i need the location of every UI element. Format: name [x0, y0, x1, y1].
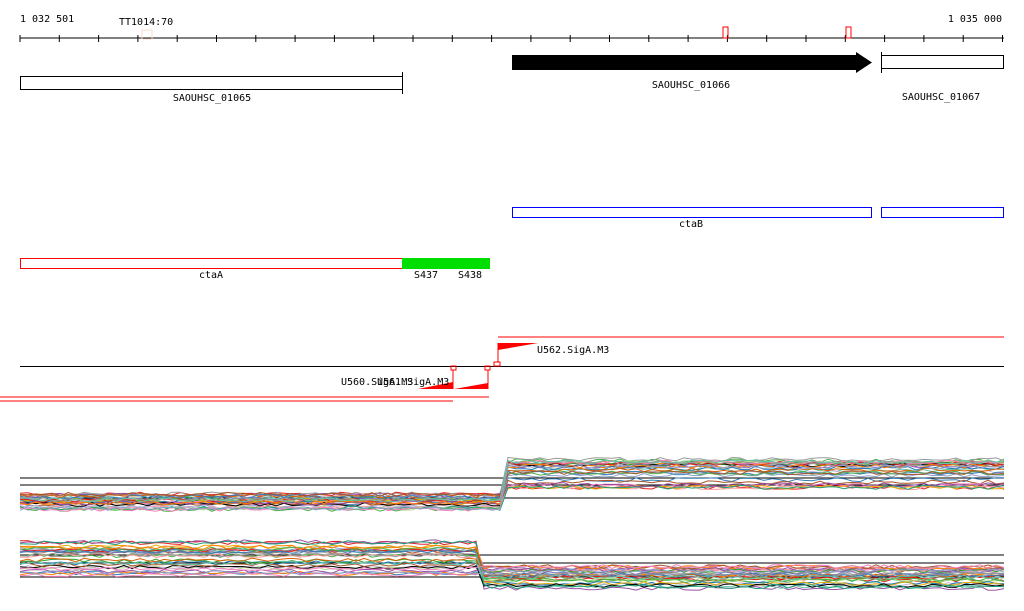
ruler-end-label: 1 035 000	[947, 14, 1002, 25]
promoter-label[interactable]: U561.SigA.M3	[377, 377, 449, 388]
gene-label[interactable]: SAOUHSC_01067	[902, 92, 980, 103]
operon-label[interactable]: ctaB	[679, 219, 703, 230]
expression-panel-2	[19, 539, 1005, 591]
gene-label[interactable]: SAOUHSC_01065	[173, 93, 251, 104]
terminator-label[interactable]: TT1014:70	[119, 17, 173, 28]
browser-canvas	[0, 26, 1005, 591]
gene-SAOUHSC_01066-arrow[interactable]	[512, 52, 872, 73]
terminator-marker[interactable]	[845, 26, 852, 39]
operon-label[interactable]: ctaA	[199, 270, 223, 281]
operon-ctaB-part2[interactable]	[881, 207, 1004, 218]
promoter-U562-signal	[498, 343, 538, 350]
gene-SAOUHSC_01065[interactable]	[20, 76, 403, 90]
segment-label[interactable]: S437	[414, 270, 438, 281]
promoter-label[interactable]: U562.SigA.M3	[537, 345, 609, 356]
promoter-U562-marker[interactable]	[493, 361, 501, 367]
position-ruler	[19, 35, 1004, 42]
ruler-start-label: 1 032 501	[20, 14, 75, 25]
operon-ctaA[interactable]	[20, 258, 403, 269]
gene-SAOUHSC_01067[interactable]	[881, 55, 1004, 69]
operon-ctaB[interactable]	[512, 207, 872, 218]
promoter-U561-signal	[454, 383, 488, 389]
segment-label[interactable]: S438	[458, 270, 482, 281]
gene-label[interactable]: SAOUHSC_01066	[652, 80, 730, 91]
segment-S437-S438[interactable]	[402, 258, 490, 269]
expression-panel-1	[19, 456, 1005, 512]
